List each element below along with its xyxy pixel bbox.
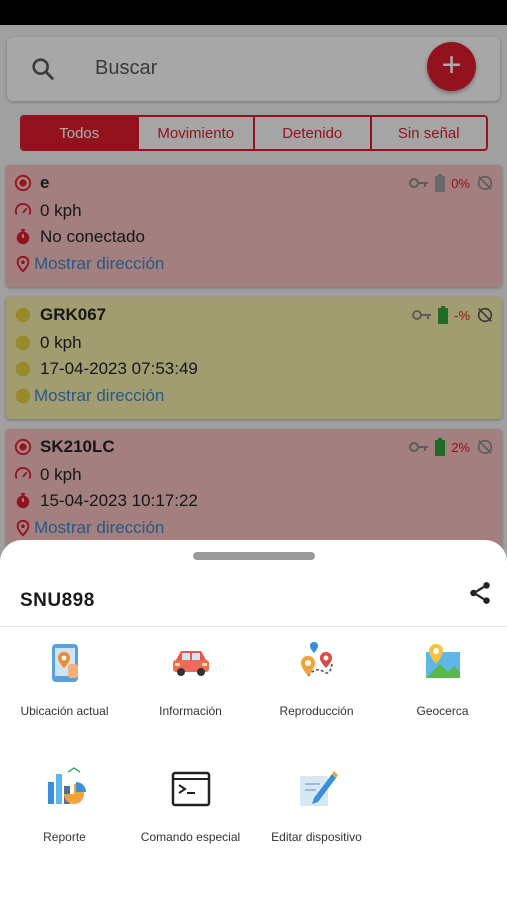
action-information[interactable]: Información	[127, 640, 254, 718]
car-icon	[172, 651, 209, 676]
action-current-location[interactable]: Ubicación actual	[1, 640, 128, 718]
map-icon	[425, 644, 460, 678]
action-label: Reproducción	[279, 704, 354, 718]
action-special-command[interactable]: Comando especial	[127, 766, 254, 844]
action-geofence[interactable]: Geocerca	[379, 640, 506, 718]
action-label: Editar dispositivo	[271, 830, 362, 844]
action-label: Comando especial	[140, 830, 241, 844]
sheet-drag-handle[interactable]	[193, 552, 315, 560]
action-label: Reporte	[43, 830, 86, 844]
report-chart-icon	[47, 767, 86, 804]
action-edit-device[interactable]: Editar dispositivo	[253, 766, 380, 844]
share-icon[interactable]	[467, 580, 493, 606]
route-pins-icon	[300, 642, 333, 677]
phone-location-icon	[51, 644, 78, 682]
action-label: Información	[159, 704, 222, 718]
action-playback[interactable]: Reproducción	[253, 640, 380, 718]
device-actions-sheet: SNU898 Ubicación actual Información Repr…	[0, 540, 507, 900]
status-bar	[0, 0, 507, 25]
terminal-icon	[171, 771, 210, 807]
action-label: Ubicación actual	[20, 704, 109, 718]
sheet-device-name: SNU898	[20, 590, 95, 611]
action-label: Geocerca	[416, 704, 469, 718]
sheet-divider	[0, 626, 507, 627]
edit-note-icon	[299, 771, 338, 806]
action-report[interactable]: Reporte	[1, 766, 128, 844]
